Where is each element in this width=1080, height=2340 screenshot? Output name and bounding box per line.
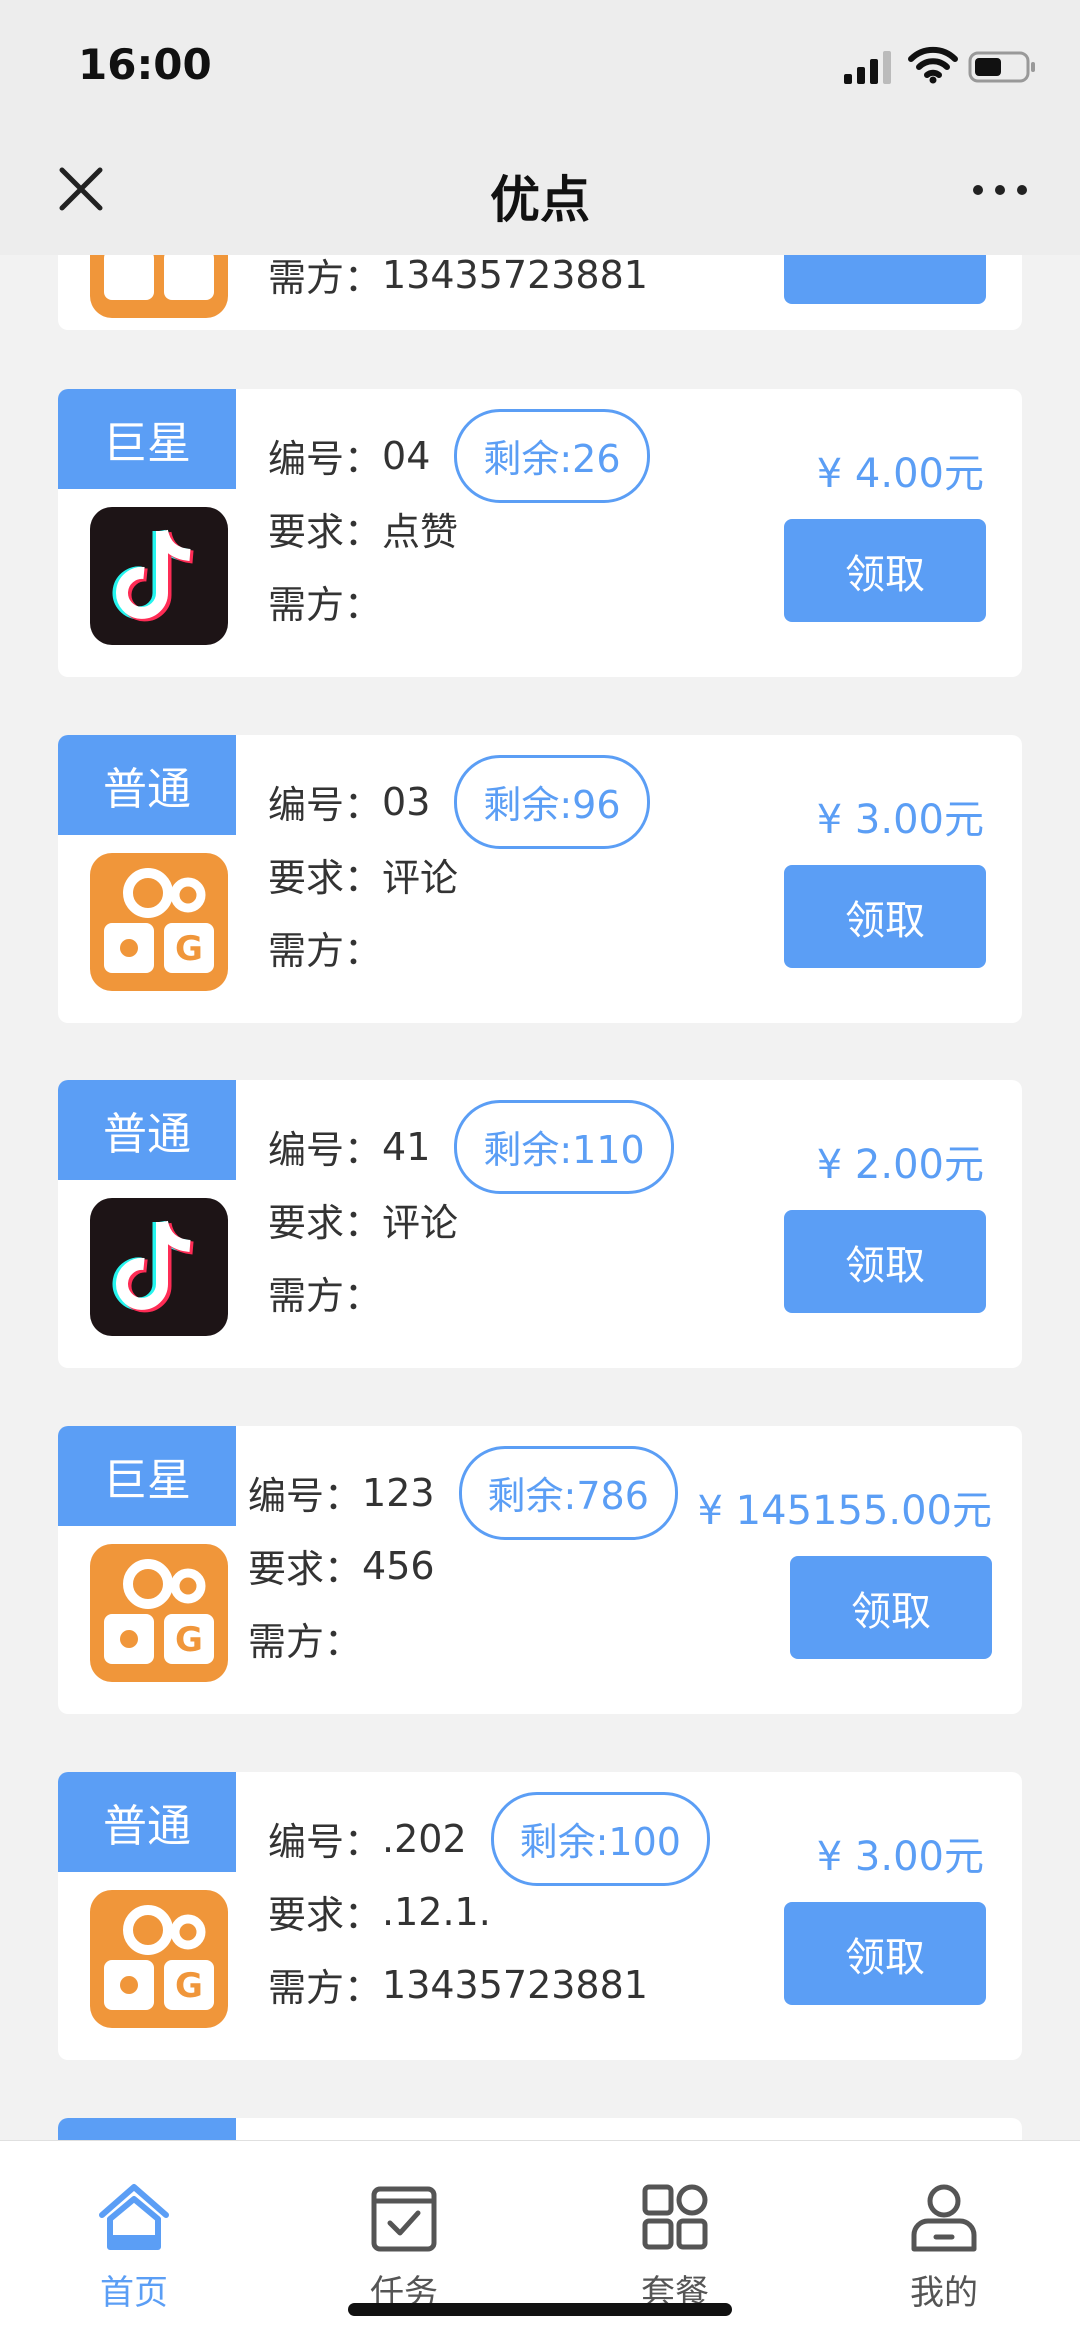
req-value: 456 <box>362 1543 435 1588</box>
req-label: 要求： <box>268 1893 383 1937</box>
id-line: 编号： .202 剩余:100 <box>268 1791 710 1886</box>
owner-line: 需方： <box>268 1256 674 1329</box>
owner-line: 需方： <box>248 1602 678 1675</box>
remaining-badge: 剩余:100 <box>490 1791 710 1886</box>
owner-label: 需方： <box>268 929 383 973</box>
task-card: 普通 G 编号： .202 剩余:100 要求： .12.1. 需方： 13435723… <box>58 1772 1022 2060</box>
top-bar: 16:00 优点 <box>0 0 1080 255</box>
tier-tag: 普通 <box>58 735 236 835</box>
claim-button[interactable]: 领取 <box>784 865 986 968</box>
req-value: .12.1. <box>382 1889 491 1934</box>
price: ¥ 3.00元 <box>816 797 984 843</box>
remaining-badge: 剩余:786 <box>458 1445 678 1540</box>
status-time: 16:00 <box>78 40 212 89</box>
id-label: 编号： <box>268 1820 383 1864</box>
price: ¥ 145155.00元 <box>697 1488 992 1534</box>
tier-tag: 巨星 <box>58 1426 236 1526</box>
tier-tag: 普通 <box>58 1772 236 1872</box>
id-value: .202 <box>382 1816 467 1861</box>
battery-icon <box>968 51 1035 83</box>
owner-value: 13435723881 <box>382 252 648 297</box>
req-value: 评论 <box>382 856 459 900</box>
id-value: 04 <box>382 433 431 478</box>
claim-button[interactable]: 领取 <box>790 1556 992 1659</box>
tier-tag: 普通 <box>58 1080 236 1180</box>
task-card <box>58 2118 1022 2140</box>
task-list[interactable]: 需方： 13435723881 巨星 编号： 04 剩余:26 要求： 点赞 需… <box>0 0 1080 2140</box>
id-label: 编号： <box>248 1474 363 1518</box>
tier-tag <box>58 2118 236 2140</box>
req-value: 评论 <box>382 1201 459 1245</box>
kuaishou-icon: G <box>90 1544 228 1682</box>
id-value: 123 <box>362 1470 435 1515</box>
tab-mine[interactable]: 我的 <box>874 2177 1014 2314</box>
tab-home[interactable]: 首页 <box>64 2177 204 2314</box>
tiktok-icon <box>90 1198 228 1336</box>
req-value: 点赞 <box>382 510 459 554</box>
remaining-badge: 剩余:110 <box>454 1099 674 1194</box>
remaining-badge: 剩余:26 <box>454 408 650 503</box>
grid-icon <box>642 2184 708 2250</box>
tab-package[interactable]: 套餐 <box>605 2177 745 2314</box>
signal-icon <box>844 51 891 84</box>
wifi-icon <box>908 46 958 84</box>
task-card: 巨星 编号： 04 剩余:26 要求： 点赞 需方： ¥ 4.00元 领取 <box>58 389 1022 677</box>
id-value: 41 <box>382 1124 431 1169</box>
owner-line: 需方： <box>268 911 650 984</box>
svg-text:G: G <box>175 929 203 969</box>
req-line: 要求： 评论 <box>268 838 650 911</box>
req-label: 要求： <box>268 510 383 554</box>
req-label: 要求： <box>268 1201 383 1245</box>
price: ¥ 3.00元 <box>816 1834 984 1880</box>
remaining-badge: 剩余:96 <box>454 754 650 849</box>
req-label: 要求： <box>268 856 383 900</box>
tab-label: 我的 <box>910 2273 978 2313</box>
id-label: 编号： <box>268 783 383 827</box>
home-indicator <box>348 2303 732 2316</box>
owner-line: 需方： <box>268 565 650 638</box>
claim-button[interactable]: 领取 <box>784 1902 986 2005</box>
owner-line: 需方： 13435723881 <box>268 1948 710 2021</box>
id-line: 编号： 41 剩余:110 <box>268 1099 674 1194</box>
home-icon <box>99 2184 169 2250</box>
price: ¥ 2.00元 <box>816 1142 984 1188</box>
task-card: 普通 编号： 41 剩余:110 要求： 评论 需方： ¥ 2.00元 领取 <box>58 1080 1022 1368</box>
id-line: 编号： 03 剩余:96 <box>268 754 650 849</box>
svg-text:G: G <box>175 1620 203 1660</box>
owner-label: 需方： <box>268 1274 383 1318</box>
kuaishou-icon: G <box>90 1890 228 2028</box>
task-card: 巨星 G 编号： 123 剩余:786 要求： 456 需方： ¥ 145155.00… <box>58 1426 1022 1714</box>
id-label: 编号： <box>268 1128 383 1172</box>
claim-button[interactable]: 领取 <box>784 519 986 622</box>
user-icon <box>911 2184 977 2252</box>
owner-label: 需方： <box>268 583 383 627</box>
kuaishou-icon: G <box>90 853 228 991</box>
svg-text:G: G <box>175 1966 203 2006</box>
tab-label: 首页 <box>100 2273 168 2313</box>
owner-label: 需方： <box>268 1966 383 2010</box>
id-value: 03 <box>382 779 431 824</box>
req-label: 要求： <box>248 1547 363 1591</box>
tiktok-icon <box>90 507 228 645</box>
req-line: 要求： 评论 <box>268 1183 674 1256</box>
owner-label: 需方： <box>248 1620 363 1664</box>
tier-tag: 巨星 <box>58 389 236 489</box>
page-title: 优点 <box>490 171 590 229</box>
price: ¥ 4.00元 <box>816 451 984 497</box>
tab-task[interactable]: 任务 <box>334 2177 474 2314</box>
claim-button[interactable]: 领取 <box>784 1210 986 1313</box>
owner-value: 13435723881 <box>382 1962 648 2007</box>
task-icon <box>371 2186 437 2252</box>
req-line: 要求： 456 <box>248 1529 678 1602</box>
more-icon[interactable] <box>970 175 1030 205</box>
owner-label: 需方： <box>268 256 383 300</box>
req-line: 要求： 点赞 <box>268 492 650 565</box>
id-line: 编号： 123 剩余:786 <box>248 1445 678 1540</box>
req-line: 要求： .12.1. <box>268 1875 710 1948</box>
id-line: 编号： 04 剩余:26 <box>268 408 650 503</box>
task-card: 普通 G 编号： 03 剩余:96 要求： 评论 需方： ¥ 3.00元 领取 <box>58 735 1022 1023</box>
id-label: 编号： <box>268 437 383 481</box>
